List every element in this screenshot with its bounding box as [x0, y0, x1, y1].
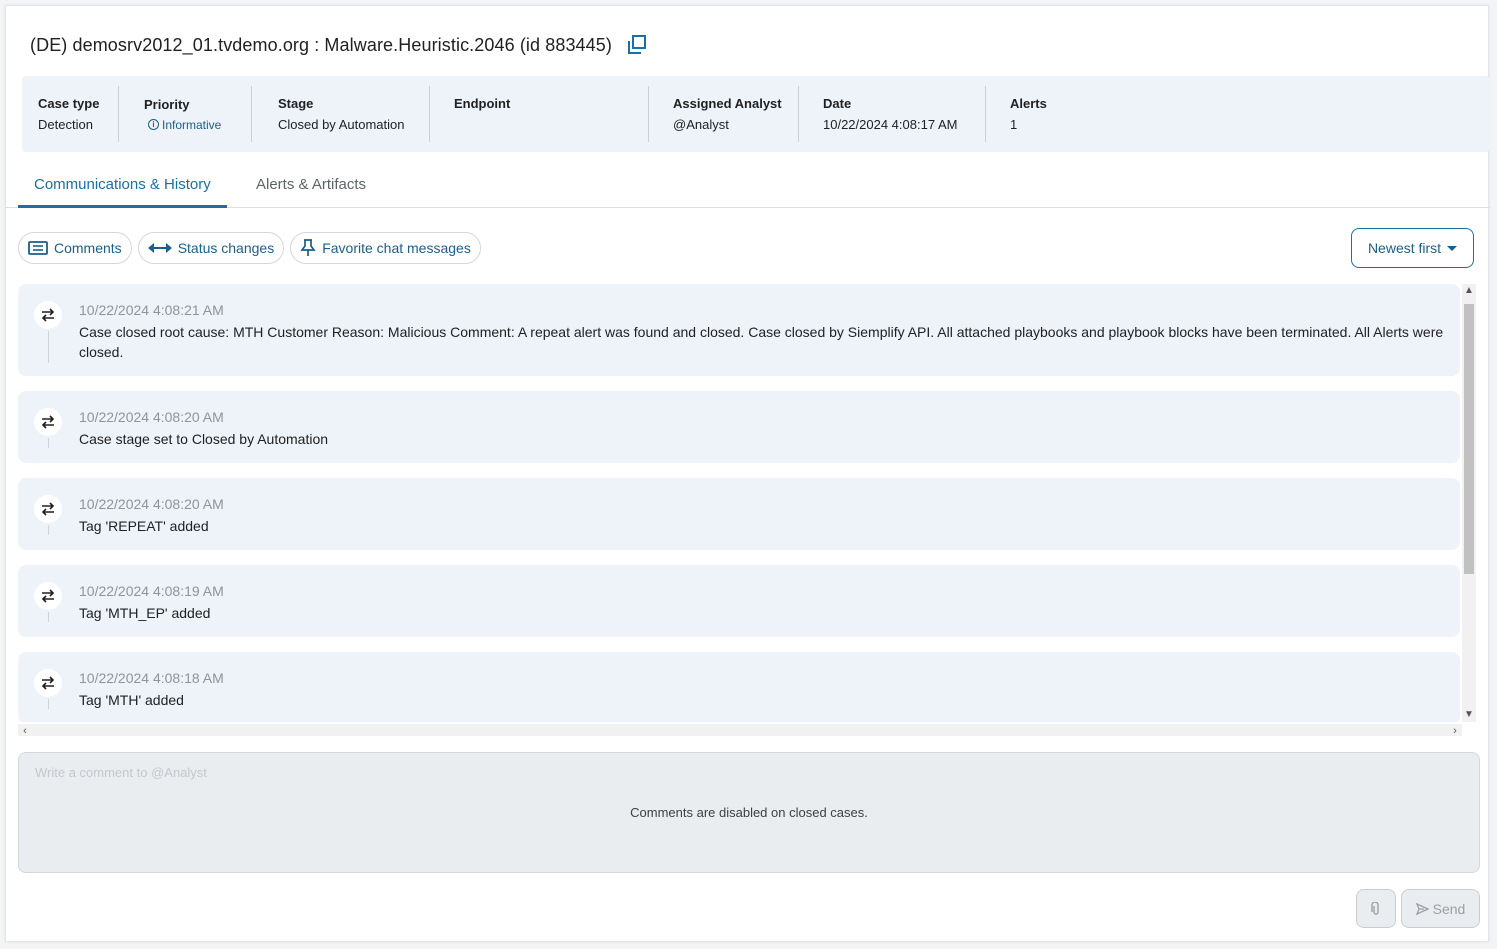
paperclip-icon	[1371, 901, 1379, 915]
info-circle-icon: i	[148, 119, 159, 130]
timeline-line	[48, 612, 49, 622]
status-change-icon	[34, 301, 62, 329]
scroll-right-icon[interactable]: ›	[1448, 724, 1462, 736]
assigned-analyst-label: Assigned Analyst	[673, 96, 782, 111]
history-event: 10/22/2024 4:08:21 AM Case closed root c…	[18, 284, 1460, 376]
comments-filter-label: Comments	[54, 240, 122, 256]
comment-placeholder: Write a comment to @Analyst	[35, 765, 207, 780]
event-message: Tag 'REPEAT' added	[79, 518, 209, 534]
priority-value: i Informative	[144, 118, 252, 132]
vertical-scrollbar[interactable]: ▲ ▼	[1462, 284, 1476, 722]
event-message: Case closed root cause: MTH Customer Rea…	[79, 324, 1444, 360]
date-value: 10/22/2024 4:08:17 AM	[823, 117, 958, 132]
case-type-field: Case type Detection	[22, 86, 119, 142]
filter-chips: Comments Status changes Favorite chat me…	[18, 232, 481, 264]
alerts-label: Alerts	[1010, 96, 1047, 111]
priority-field: Priority i Informative	[119, 86, 252, 142]
stage-field: Stage Closed by Automation	[252, 86, 430, 142]
sort-dropdown[interactable]: Newest first	[1351, 228, 1474, 268]
priority-text: Informative	[162, 117, 222, 132]
history-feed[interactable]: 10/22/2024 4:08:21 AM Case closed root c…	[18, 284, 1476, 736]
scroll-down-icon[interactable]: ▼	[1462, 708, 1476, 722]
tab-alerts-artifacts[interactable]: Alerts & Artifacts	[240, 172, 382, 208]
history-event: 10/22/2024 4:08:18 AM Tag 'MTH' added	[18, 652, 1460, 722]
event-timestamp: 10/22/2024 4:08:20 AM	[79, 409, 224, 425]
status-change-icon	[34, 495, 62, 523]
caret-down-icon	[1447, 245, 1458, 251]
timeline-line	[48, 331, 49, 363]
case-header: (DE) demosrv2012_01.tvdemo.org : Malware…	[30, 34, 648, 56]
case-info-bar: Case type Detection Priority i Informati…	[22, 76, 1490, 152]
comments-disabled-message: Comments are disabled on closed cases.	[630, 805, 868, 820]
date-label: Date	[823, 96, 852, 111]
comment-icon	[28, 241, 48, 255]
alerts-value: 1	[1010, 117, 1018, 132]
history-event: 10/22/2024 4:08:20 AM Case stage set to …	[18, 391, 1460, 463]
favorite-messages-filter-button[interactable]: Favorite chat messages	[290, 232, 481, 264]
status-change-icon	[34, 582, 62, 610]
event-timestamp: 10/22/2024 4:08:20 AM	[79, 496, 224, 512]
pin-icon	[300, 239, 316, 256]
event-timestamp: 10/22/2024 4:08:21 AM	[79, 302, 224, 318]
scroll-left-icon[interactable]: ‹	[18, 724, 32, 736]
status-changes-filter-label: Status changes	[177, 240, 275, 256]
horizontal-scrollbar[interactable]: ‹ ›	[18, 724, 1462, 736]
status-change-icon	[34, 669, 62, 697]
favorite-messages-filter-label: Favorite chat messages	[322, 240, 471, 256]
event-timestamp: 10/22/2024 4:08:19 AM	[79, 583, 224, 599]
stage-label: Stage	[278, 96, 314, 111]
event-message: Tag 'MTH_EP' added	[79, 605, 211, 621]
event-message: Case stage set to Closed by Automation	[79, 431, 329, 447]
tab-communications-history[interactable]: Communications & History	[18, 172, 227, 208]
alerts-field: Alerts 1	[986, 86, 1106, 142]
history-feed-content: 10/22/2024 4:08:21 AM Case closed root c…	[18, 284, 1460, 722]
assigned-analyst-field: Assigned Analyst @Analyst	[649, 86, 799, 142]
endpoint-field: Endpoint	[430, 86, 649, 142]
sort-label: Newest first	[1367, 240, 1442, 256]
stage-value: Closed by Automation	[278, 117, 405, 132]
history-event: 10/22/2024 4:08:20 AM Tag 'REPEAT' added	[18, 478, 1460, 550]
history-event: 10/22/2024 4:08:19 AM Tag 'MTH_EP' added	[18, 565, 1460, 637]
event-timestamp: 10/22/2024 4:08:18 AM	[79, 670, 224, 686]
vertical-scroll-thumb[interactable]	[1464, 304, 1474, 574]
comments-filter-button[interactable]: Comments	[18, 232, 132, 264]
endpoint-label: Endpoint	[454, 96, 511, 111]
status-change-icon	[34, 408, 62, 436]
copy-icon[interactable]	[626, 34, 648, 56]
scroll-up-icon[interactable]: ▲	[1462, 284, 1476, 298]
timeline-line	[48, 699, 49, 709]
timeline-line	[48, 525, 49, 535]
case-panel: (DE) demosrv2012_01.tvdemo.org : Malware…	[5, 5, 1490, 942]
send-button[interactable]: Send	[1401, 889, 1480, 928]
attach-button[interactable]	[1356, 889, 1396, 928]
send-icon	[1415, 902, 1429, 915]
priority-label: Priority	[144, 96, 190, 112]
case-type-label: Case type	[38, 96, 100, 111]
endpoint-value	[454, 117, 649, 132]
tab-bar: Communications & History Alerts & Artifa…	[6, 172, 1490, 208]
send-label: Send	[1432, 900, 1466, 917]
event-message: Tag 'MTH' added	[79, 692, 184, 708]
double-arrow-icon	[147, 243, 172, 253]
assigned-analyst-value: @Analyst	[673, 117, 729, 132]
case-title: (DE) demosrv2012_01.tvdemo.org : Malware…	[30, 34, 612, 55]
date-field: Date 10/22/2024 4:08:17 AM	[799, 86, 986, 142]
comment-composer[interactable]: Write a comment to @Analyst Comments are…	[18, 752, 1480, 873]
timeline-line	[48, 438, 49, 448]
case-type-value: Detection	[38, 117, 93, 132]
status-changes-filter-button[interactable]: Status changes	[137, 232, 285, 264]
